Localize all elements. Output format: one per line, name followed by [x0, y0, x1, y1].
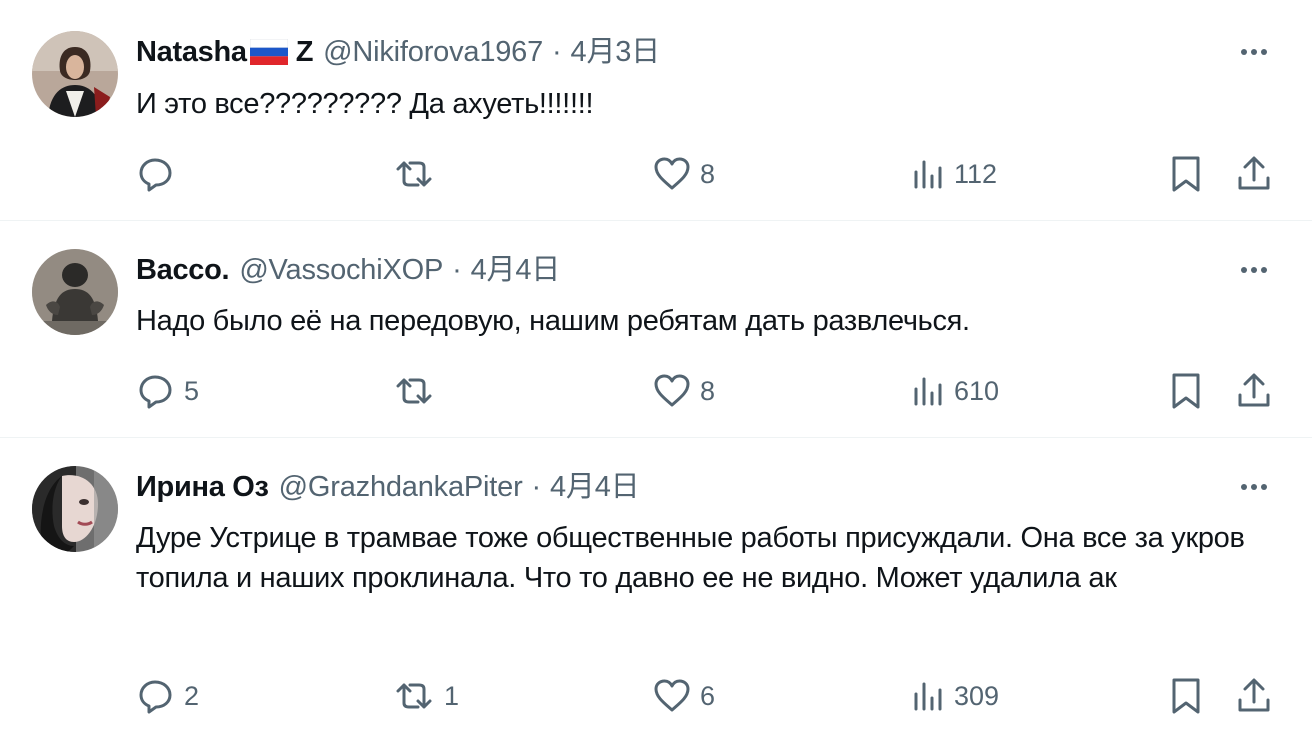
reply-icon [139, 680, 172, 714]
author-handle[interactable]: @Nikiforova1967 [323, 34, 543, 70]
bookmark-icon [1172, 373, 1200, 409]
views-count: 610 [954, 375, 1000, 406]
reply-icon [139, 158, 172, 192]
more-icon[interactable] [1234, 42, 1274, 62]
tweet-date[interactable]: 4月4日 [550, 469, 640, 505]
reply-count: 2 [184, 680, 200, 711]
more-icon[interactable] [1234, 260, 1274, 280]
views-count: 112 [954, 158, 998, 189]
views-icon [914, 160, 942, 189]
views-button[interactable]: 112 [910, 154, 997, 194]
avatar[interactable] [32, 249, 118, 335]
bookmark-button[interactable] [1168, 154, 1204, 194]
tweet-actions: 2 1 6 309 [0, 676, 1312, 716]
retweet-icon [396, 683, 432, 709]
separator-dot: · [452, 254, 462, 286]
retweet-button[interactable] [392, 154, 444, 194]
bookmark-icon [1172, 678, 1200, 714]
tweet-actions: 5 8 610 [0, 371, 1312, 411]
views-icon [914, 682, 942, 711]
tweet-actions: 8 112 [0, 154, 1312, 194]
tweet-header: Bacco. @VassochiXOP · 4月4日 [136, 252, 560, 288]
tweet-date[interactable]: 4月3日 [571, 34, 661, 70]
author-name[interactable]: Bacco. [136, 252, 230, 288]
tweet-date[interactable]: 4月4日 [471, 252, 561, 288]
views-icon [914, 377, 942, 406]
bookmark-icon [1172, 156, 1200, 192]
reply-button[interactable] [136, 154, 184, 194]
tweet-feed: Natasha Z @Nikiforova1967 · 4月3日 И это в… [0, 0, 1312, 730]
views-count: 309 [954, 680, 1000, 711]
like-button[interactable]: 6 [652, 676, 715, 716]
author-name-suffix[interactable]: Z [296, 34, 314, 70]
author-handle[interactable]: @GrazhdankaPiter [279, 469, 523, 505]
reply-count: 5 [184, 375, 200, 406]
more-icon[interactable] [1234, 477, 1274, 497]
share-icon [1238, 373, 1270, 407]
bookmark-button[interactable] [1168, 676, 1204, 716]
like-button[interactable]: 8 [652, 371, 715, 411]
like-count: 6 [700, 680, 716, 711]
retweet-button[interactable]: 1 [392, 676, 459, 716]
retweet-icon [396, 161, 432, 187]
author-name[interactable]: Natasha [136, 34, 247, 70]
russia-flag-icon [249, 39, 288, 65]
avatar[interactable] [32, 466, 118, 552]
views-button[interactable]: 309 [910, 676, 999, 716]
tweet-header: Natasha Z @Nikiforova1967 · 4月3日 [136, 34, 660, 70]
reply-button[interactable]: 2 [136, 676, 199, 716]
share-button[interactable] [1236, 371, 1272, 411]
bookmark-button[interactable] [1168, 371, 1204, 411]
like-count: 8 [700, 158, 716, 189]
author-name[interactable]: Ирина Оз [136, 469, 269, 505]
reply-icon [139, 375, 172, 409]
tweet-text: Дуре Устрице в трамвае тоже общественные… [136, 522, 1245, 594]
heart-icon [654, 374, 690, 407]
tweet[interactable]: Natasha Z @Nikiforova1967 · 4月3日 И это в… [0, 0, 1312, 221]
tweet-header: Ирина Оз @GrazhdankaPiter · 4月4日 [136, 469, 640, 505]
like-count: 8 [700, 375, 716, 406]
views-button[interactable]: 610 [910, 371, 999, 411]
separator-dot: · [552, 36, 562, 68]
tweet[interactable]: Ирина Оз @GrazhdankaPiter · 4月4日 Дуре Ус… [0, 438, 1312, 730]
heart-icon [654, 679, 690, 712]
retweet-button[interactable] [392, 371, 444, 411]
tweet-text: И это все????????? Да ахуеть!!!!!!! [136, 88, 594, 120]
share-icon [1238, 678, 1270, 712]
like-button[interactable]: 8 [652, 154, 715, 194]
heart-icon [654, 157, 690, 190]
avatar[interactable] [32, 31, 118, 117]
share-button[interactable] [1236, 154, 1272, 194]
share-icon [1238, 156, 1270, 190]
separator-dot: · [531, 471, 542, 503]
author-handle[interactable]: @VassochiXOP [239, 252, 443, 288]
tweet-text: Надо было её на передовую, нашим ребятам… [136, 305, 970, 337]
reply-button[interactable]: 5 [136, 371, 199, 411]
retweet-icon [396, 378, 432, 404]
share-button[interactable] [1236, 676, 1272, 716]
tweet[interactable]: Bacco. @VassochiXOP · 4月4日 Надо было её … [0, 221, 1312, 438]
retweet-count: 1 [444, 680, 460, 711]
